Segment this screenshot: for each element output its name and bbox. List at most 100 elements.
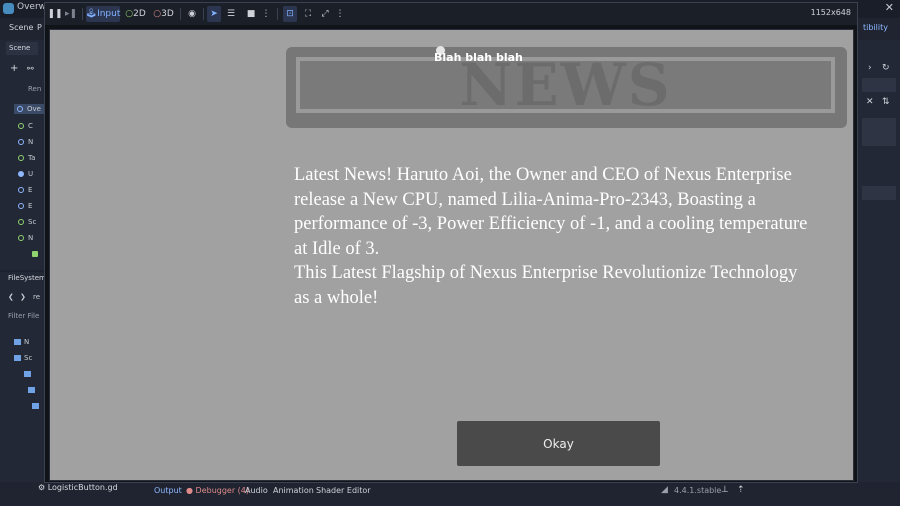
expand-panel-icon[interactable]: ⇡ [737,485,745,495]
tree-item-label: N [28,234,34,242]
tab-animation[interactable]: Animation [273,486,314,495]
news-headline: Blah blah blah [434,51,523,64]
fit-view-icon[interactable]: ⛶ [301,6,315,22]
inspector-section [862,118,896,146]
article-paragraph: This Latest Flagship of Nexus Enterprise… [294,263,798,308]
toolbar-separator [277,8,278,20]
window-title: Overw [17,2,47,12]
okay-button[interactable]: Okay [457,421,660,466]
add-node-icon[interactable]: + [10,63,18,74]
news-banner-frame: NEWS [296,51,835,119]
input-toggle-button[interactable]: 🕹 Input [86,6,120,22]
fullscreen-icon[interactable]: ⤢ [318,6,332,22]
tree-item-root[interactable]: Ove [14,104,44,114]
tree-item[interactable]: E [18,202,32,210]
rename-label: Ren [28,85,42,93]
select-cursor-icon[interactable]: ➤ [207,6,221,22]
path-field[interactable]: re [33,293,40,301]
folder-row[interactable] [28,386,38,394]
inspector-field[interactable] [862,78,896,92]
folder-label: N [24,338,30,346]
color-swatch-icon [32,250,42,258]
tab-debugger-label: Debugger (4) [195,486,250,495]
open-script-label[interactable]: ⚙ LogisticButton.gd [38,483,118,492]
menu-project[interactable]: P [37,23,42,32]
tree-item[interactable]: Ta [18,154,35,162]
folder-label: Sc [24,354,33,362]
list-select-icon[interactable]: ☰ [224,6,238,22]
tree-item[interactable]: N [18,234,33,242]
tab-audio[interactable]: Audio [245,486,268,495]
folder-icon [32,403,39,409]
update-spinner-icon: ◢ [661,485,668,495]
folder-row[interactable] [24,370,34,378]
tree-item-label: Ta [28,154,36,162]
folder-row[interactable] [32,402,42,410]
tab-shader-editor[interactable]: Shader Editor [316,486,371,495]
tree-item-label: E [28,186,33,194]
menu-compatibility[interactable]: tibility [863,23,888,32]
tree-item-label: C [28,122,33,130]
tab-output[interactable]: Output [154,486,182,495]
close-icon[interactable]: ✕ [885,1,894,14]
godot-editor-screen: Overw ✕ Scene P tibility Scene + ⚯ Ren O… [0,0,900,506]
more-options-icon[interactable]: ⋮ [261,6,271,22]
tree-item[interactable]: C [18,122,33,130]
folder-icon [24,371,31,377]
link-icon[interactable]: ⚯ [27,64,34,73]
tree-item[interactable]: Sc [18,218,36,226]
folder-row[interactable]: Sc [14,354,32,362]
more-options-icon[interactable]: ⋮ [335,6,345,22]
joystick-icon: 🕹 [85,9,98,19]
pause-icon[interactable]: ❚❚ [47,6,62,22]
folder-icon [14,355,21,361]
menu-scene[interactable]: Scene [9,23,33,32]
camera-override-icon[interactable]: ⊡ [283,6,297,22]
inspector-field[interactable] [862,186,896,200]
toolbar-separator [82,8,83,20]
mode-3d-button[interactable]: ○ 3D [153,6,174,22]
sort-icon[interactable]: ⇅ [882,97,890,107]
editor-bottom-panel-bar: ⚙ LogisticButton.gd Output ● Debugger (4… [0,482,900,506]
tab-debugger[interactable]: ● Debugger (4) [186,486,249,495]
toolbar-separator [180,8,181,20]
back-arrow-icon[interactable]: ❮ [8,293,14,301]
folder-icon [28,387,35,393]
eye-icon[interactable]: ◉ [185,6,199,22]
game-toolbar: ❚❚ ▸❚ 🕹 Input ○ 2D ○ 3D ◉ ➤ ☰ ■ ⋮ ⊡ ⛶ ⤢ ⋮ 1… [45,3,857,25]
mode-2d-button[interactable]: ○ 2D [125,6,146,22]
tree-item[interactable]: U [18,170,33,178]
article-paragraph: Latest News! Haruto Aoi, the Owner and C… [294,165,808,259]
game-viewport: NEWS Blah blah blah Latest News! Haruto … [49,29,854,481]
inspector-dock: › ↻ ✕ ⇅ [858,40,900,482]
forward-arrow-icon[interactable]: ❯ [20,293,26,301]
chevron-right-icon[interactable]: › [868,63,872,73]
pin-icon[interactable]: ⊥ [721,485,729,495]
open-script-name: LogisticButton.gd [47,483,118,492]
resolution-label: 1152x648 [810,8,851,17]
mode-2d-label: 2D [133,9,146,19]
tree-item-label: U [28,170,34,178]
close-icon[interactable]: ✕ [866,97,874,107]
folder-row[interactable]: N [14,338,29,346]
filesystem-dock: FileSystem ❮ ❯ re Filter File N Sc [0,272,48,482]
next-frame-icon[interactable]: ▸❚ [64,6,78,22]
news-banner-word: NEWS [459,51,672,119]
godot-logo-icon [3,3,14,14]
tab-filesystem[interactable]: FileSystem [8,274,46,282]
tree-item-label: E [28,202,33,210]
tree-item[interactable]: E [18,186,32,194]
input-label: Input [97,9,121,19]
version-label: 4.4.1.stable [674,486,722,495]
tree-item-label: N [28,138,34,146]
tab-scene[interactable]: Scene [6,42,38,55]
news-banner: NEWS [286,47,847,128]
folder-icon [14,339,21,345]
tree-item[interactable]: N [18,138,33,146]
toolbar-separator [203,8,204,20]
camera-icon[interactable]: ■ [244,6,258,22]
news-article: Latest News! Haruto Aoi, the Owner and C… [294,163,814,311]
history-icon[interactable]: ↻ [882,63,890,73]
filter-files-input[interactable]: Filter File [8,312,39,320]
scene-dock: Scene + ⚯ Ren Ove C N Ta U E E Sc N [0,40,48,270]
